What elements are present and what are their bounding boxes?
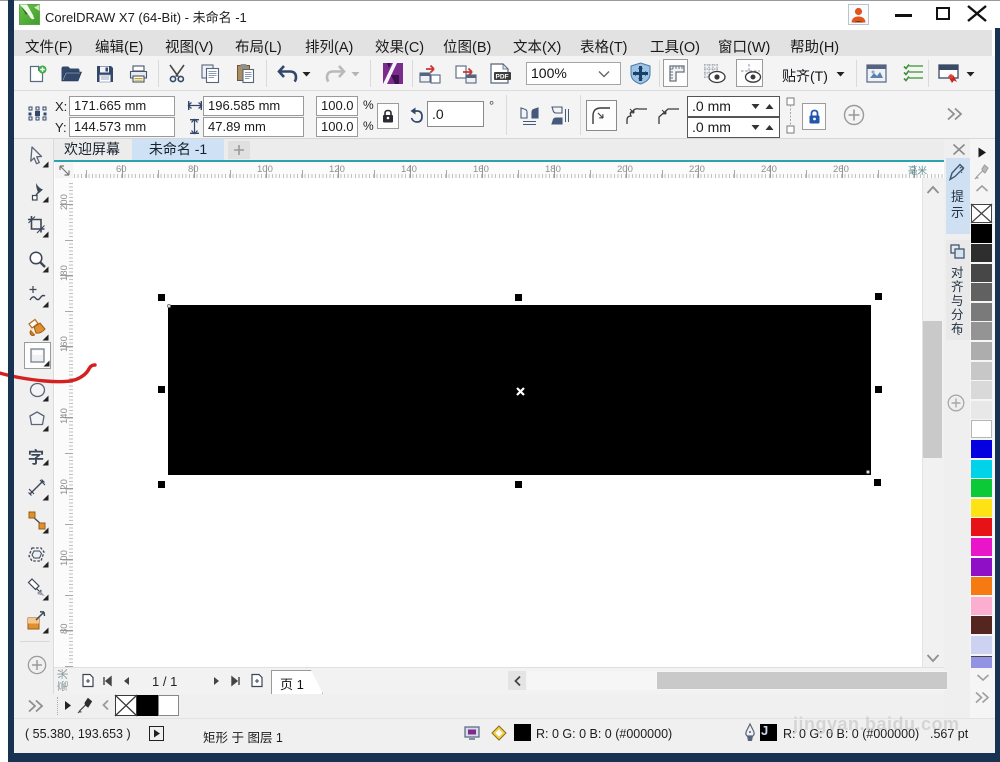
- svg-text:?: ?: [959, 165, 965, 175]
- svg-text:PDF: PDF: [496, 74, 509, 81]
